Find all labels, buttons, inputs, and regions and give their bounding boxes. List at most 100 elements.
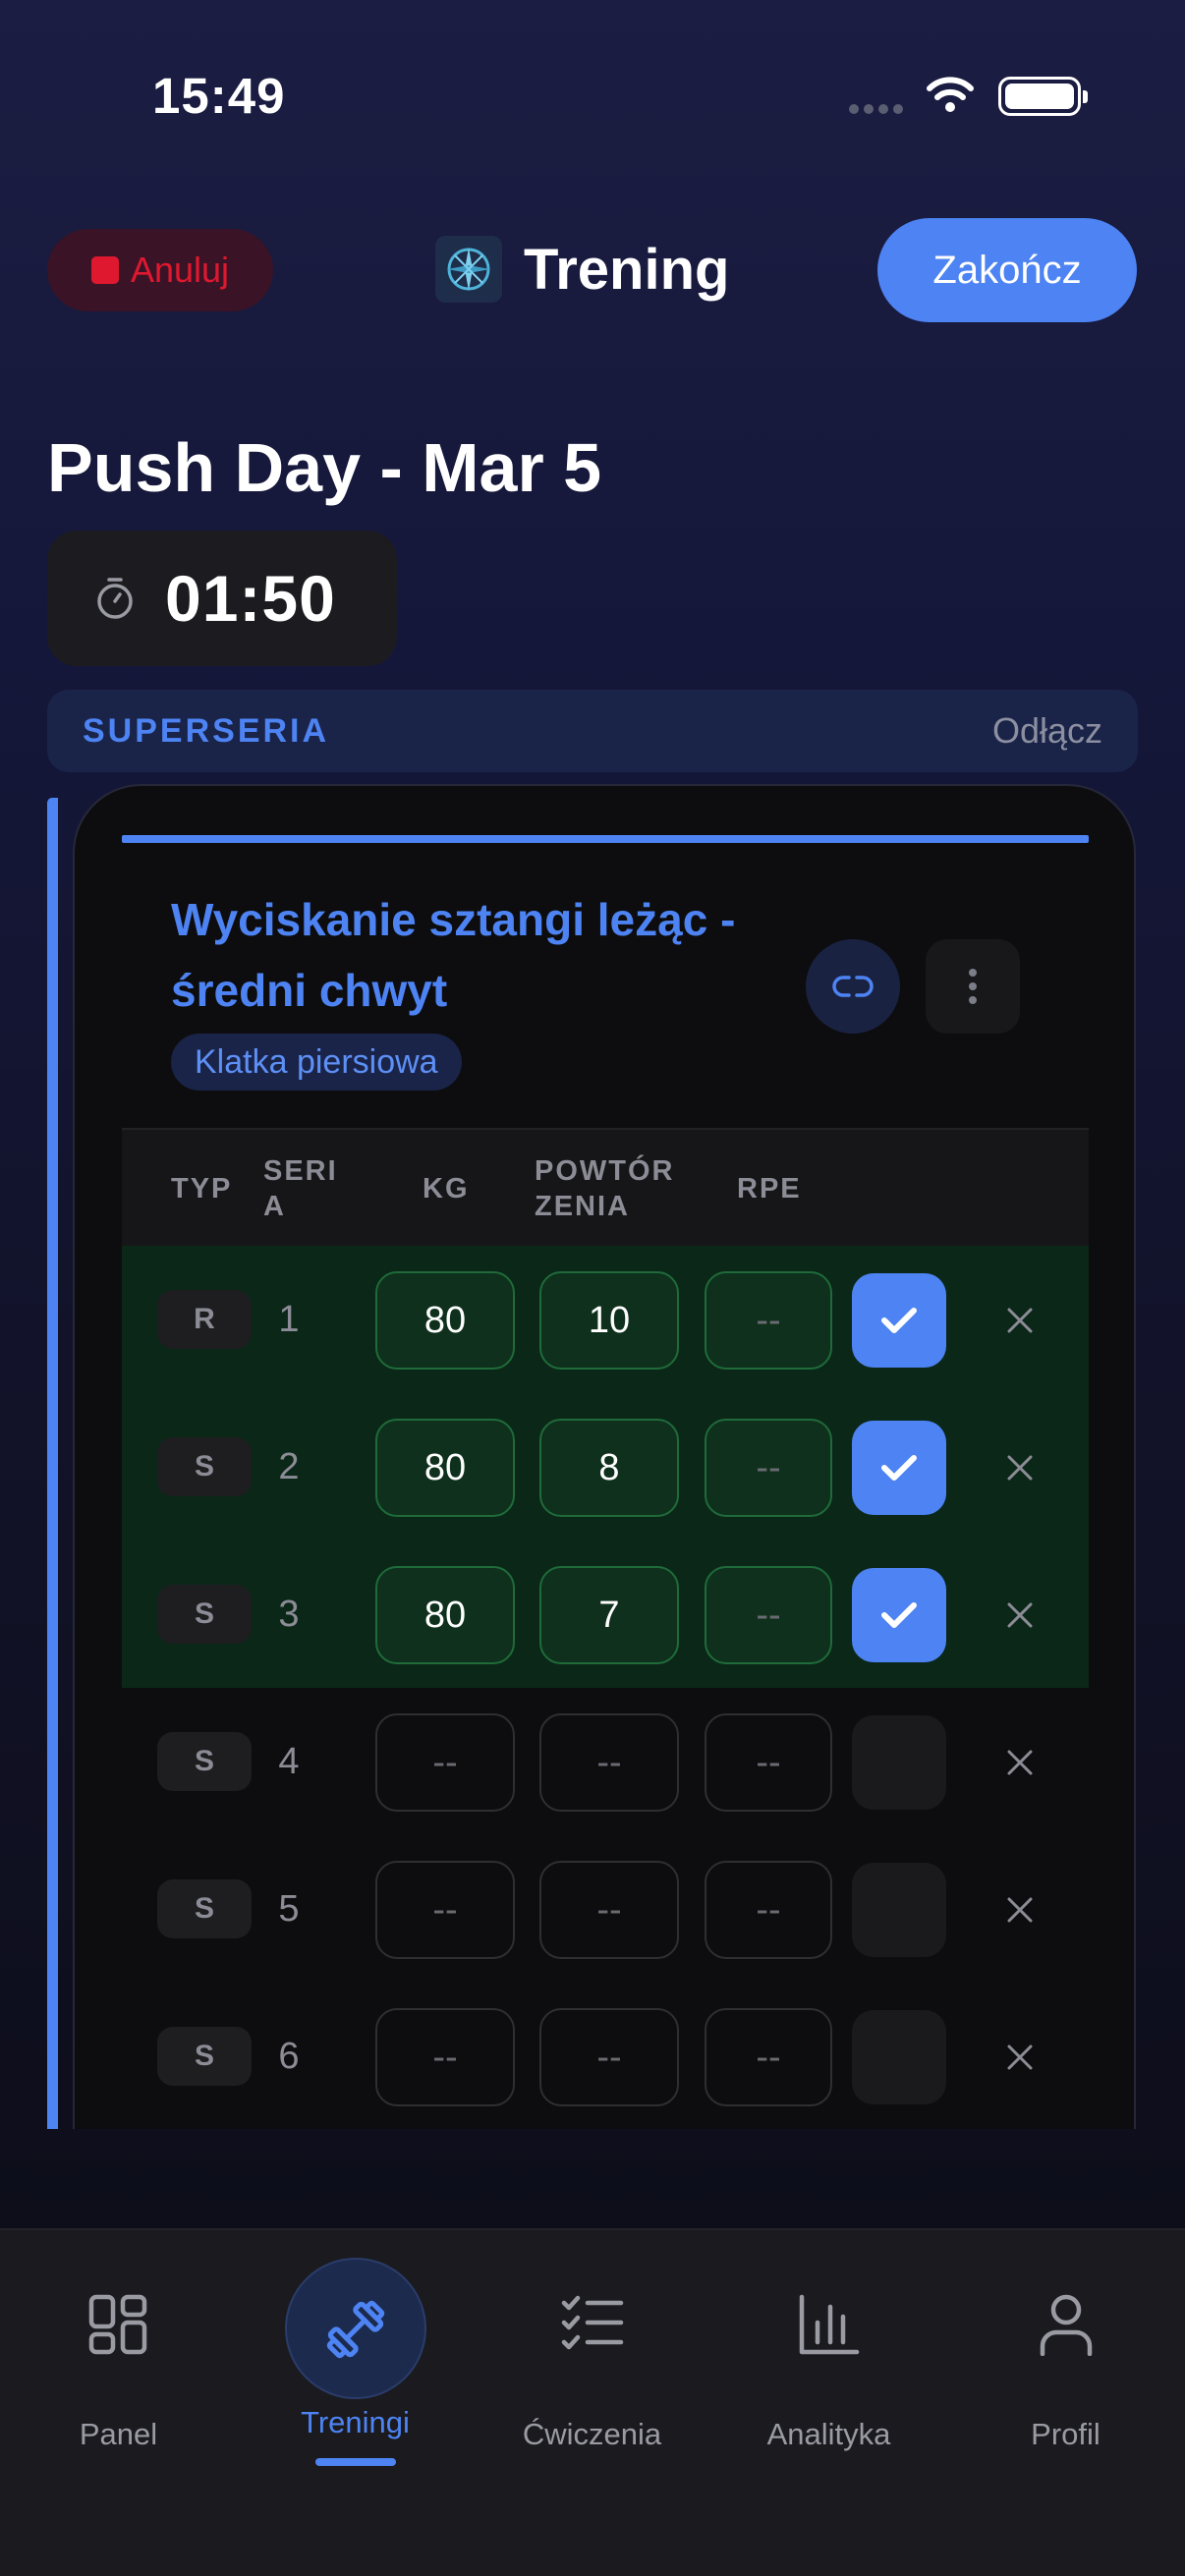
checklist-icon — [561, 2295, 623, 2350]
finish-button[interactable]: Zakończ — [877, 218, 1137, 322]
bottom-tab-bar: Panel Treningi Ćwiczenia Analityka Profi… — [0, 2228, 1185, 2576]
reps-input[interactable]: -- — [539, 2008, 679, 2106]
delete-set-button[interactable] — [973, 1421, 1067, 1515]
delete-set-button[interactable] — [973, 1863, 1067, 1957]
col-reps-line2: ZENIA — [535, 1191, 630, 1222]
col-kg: KG — [423, 1173, 470, 1204]
complete-set-checkbox[interactable] — [852, 1421, 946, 1515]
set-row: S 3 80 7 -- — [122, 1540, 1089, 1688]
weight-input[interactable]: -- — [375, 1713, 515, 1812]
set-number: 3 — [278, 1593, 300, 1635]
delete-set-button[interactable] — [973, 1715, 1067, 1810]
cellular-signal-icon — [849, 104, 903, 114]
stop-icon — [90, 256, 119, 284]
reps-input[interactable]: -- — [539, 1861, 679, 1959]
rpe-input[interactable]: -- — [705, 1271, 832, 1370]
tab-cwiczenia[interactable]: Ćwiczenia — [474, 2230, 710, 2466]
workout-timer: 01:50 — [47, 531, 397, 666]
more-options-button[interactable] — [926, 939, 1020, 1034]
set-number: 1 — [278, 1298, 300, 1340]
set-number: 5 — [278, 1887, 300, 1930]
set-row: R 1 80 10 -- — [122, 1246, 1089, 1393]
delete-set-button[interactable] — [973, 2010, 1067, 2104]
tab-label: Treningi — [301, 2405, 410, 2439]
checkmark-icon — [881, 1308, 917, 1333]
reps-input[interactable]: -- — [539, 1713, 679, 1812]
set-number: 6 — [278, 2035, 300, 2077]
link-icon — [832, 976, 874, 997]
set-number: 2 — [278, 1445, 300, 1487]
complete-set-checkbox[interactable] — [852, 1715, 946, 1810]
complete-set-checkbox[interactable] — [852, 2010, 946, 2104]
dumbbell-icon — [326, 2300, 384, 2359]
complete-set-checkbox[interactable] — [852, 1863, 946, 1957]
tab-profil[interactable]: Profil — [947, 2230, 1184, 2466]
set-type-pill[interactable]: S — [157, 1879, 252, 1938]
close-icon — [1007, 2044, 1033, 2070]
grid-icon — [88, 2294, 146, 2355]
col-reps-line1: POWTÓR — [535, 1155, 675, 1187]
dot — [969, 982, 977, 990]
close-icon — [1007, 1897, 1033, 1923]
person-icon — [1040, 2294, 1092, 2356]
superset-accent-line — [47, 798, 58, 2129]
weight-input[interactable]: 80 — [375, 1419, 515, 1517]
superset-link-button[interactable] — [806, 939, 900, 1034]
cancel-button[interactable]: Anuluj — [47, 229, 273, 311]
compass-logo-icon — [435, 236, 502, 303]
rpe-input[interactable]: -- — [705, 1566, 832, 1664]
set-type-pill[interactable]: S — [157, 1437, 252, 1496]
bar-chart-icon — [799, 2294, 859, 2355]
elapsed-time: 01:50 — [165, 562, 336, 635]
col-set-line2: A — [263, 1191, 286, 1222]
reps-input[interactable]: 7 — [539, 1566, 679, 1664]
exercise-name[interactable]: Wyciskanie sztangi leżąc - średni chwyt — [171, 884, 819, 1026]
set-row: S 4 -- -- -- — [122, 1688, 1089, 1835]
set-row: S 6 -- -- -- — [122, 1983, 1089, 2129]
exercise-card: Wyciskanie sztangi leżąc - średni chwyt … — [73, 784, 1136, 2129]
col-set: SERI A — [263, 1153, 338, 1224]
set-type-pill[interactable]: S — [157, 2027, 252, 2086]
checkmark-icon — [881, 1602, 917, 1628]
rpe-input[interactable]: -- — [705, 1713, 832, 1812]
set-type-pill[interactable]: R — [157, 1290, 252, 1349]
sets-table-header: TYP SERI A KG POWTÓR ZENIA RPE — [122, 1128, 1089, 1246]
muscle-tag: Klatka piersiowa — [171, 1034, 462, 1091]
delete-set-button[interactable] — [973, 1273, 1067, 1368]
superset-label: SUPERSERIA — [83, 711, 330, 750]
tab-treningi[interactable]: Treningi — [237, 2230, 474, 2466]
header-title: Trening — [435, 236, 729, 303]
complete-set-checkbox[interactable] — [852, 1568, 946, 1662]
rpe-input[interactable]: -- — [705, 1861, 832, 1959]
rpe-input[interactable]: -- — [705, 2008, 832, 2106]
status-time: 15:49 — [152, 68, 286, 124]
checkmark-icon — [881, 1455, 917, 1481]
weight-input[interactable]: -- — [375, 2008, 515, 2106]
unlink-button[interactable]: Odłącz — [992, 710, 1102, 752]
tab-panel[interactable]: Panel — [0, 2230, 237, 2466]
col-type: TYP — [171, 1173, 233, 1204]
col-set-line1: SERI — [263, 1155, 338, 1187]
set-number: 4 — [278, 1740, 300, 1782]
reps-input[interactable]: 8 — [539, 1419, 679, 1517]
weight-input[interactable]: 80 — [375, 1271, 515, 1370]
rpe-input[interactable]: -- — [705, 1419, 832, 1517]
stopwatch-icon — [97, 578, 133, 619]
tab-analityka[interactable]: Analityka — [710, 2230, 947, 2466]
close-icon — [1007, 1455, 1033, 1481]
close-icon — [1007, 1308, 1033, 1333]
complete-set-checkbox[interactable] — [852, 1273, 946, 1368]
delete-set-button[interactable] — [973, 1568, 1067, 1662]
weight-input[interactable]: -- — [375, 1861, 515, 1959]
set-type-pill[interactable]: S — [157, 1732, 252, 1791]
set-type-pill[interactable]: S — [157, 1585, 252, 1644]
weight-input[interactable]: 80 — [375, 1566, 515, 1664]
active-tab-indicator — [314, 2458, 396, 2466]
close-icon — [1007, 1602, 1033, 1628]
tab-label: Panel — [79, 2417, 158, 2451]
set-row: S 5 -- -- -- — [122, 1835, 1089, 1983]
set-row: S 2 80 8 -- — [122, 1393, 1089, 1540]
superset-bar: SUPERSERIA Odłącz — [47, 690, 1138, 772]
reps-input[interactable]: 10 — [539, 1271, 679, 1370]
col-reps: POWTÓR ZENIA — [535, 1153, 675, 1224]
